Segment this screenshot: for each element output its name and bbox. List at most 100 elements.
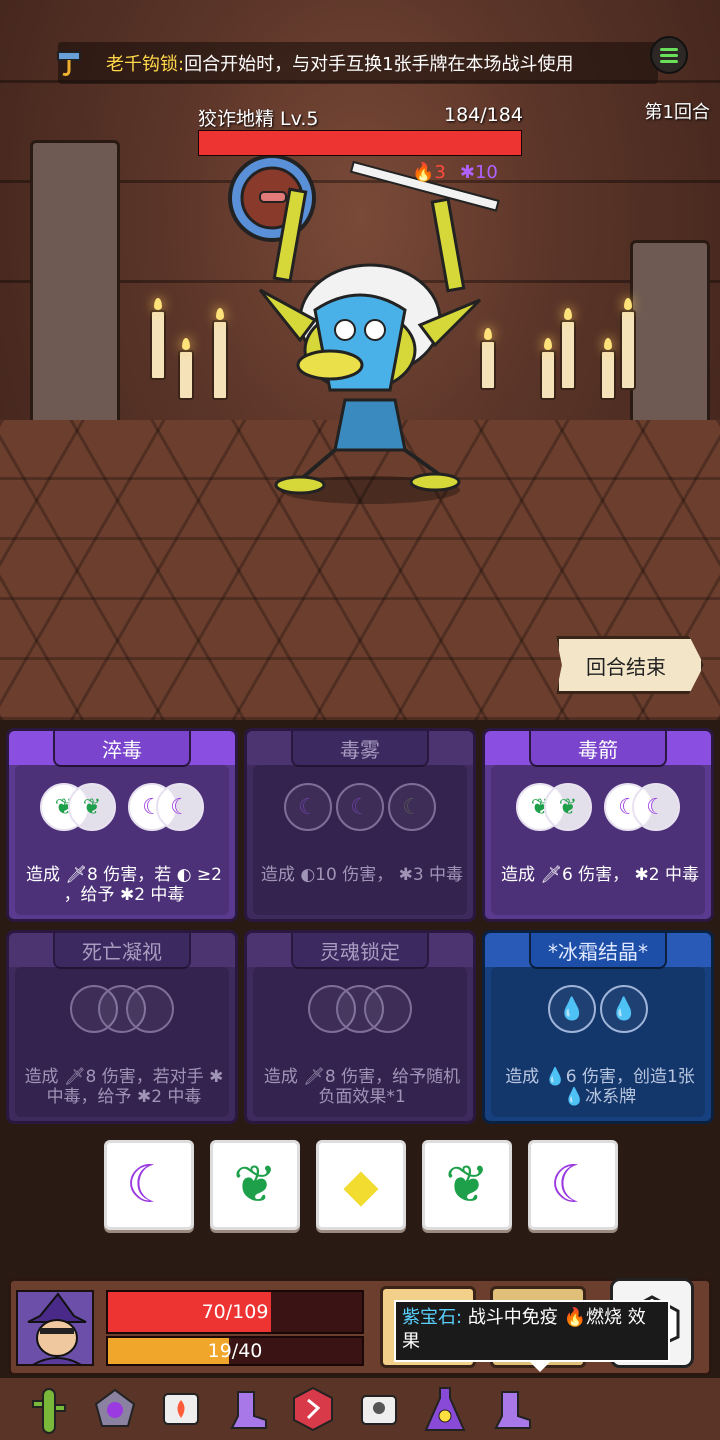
relic-bar (0, 1378, 720, 1440)
player-hp-bar: 70/109 (106, 1290, 364, 1334)
purple-boot-icon[interactable] (488, 1383, 534, 1435)
moon-slot-icon[interactable]: ☾ (336, 783, 384, 831)
card-description: 造成 🗡8 伤害，给予随机负面效果*1 (263, 1067, 461, 1107)
candle (620, 298, 636, 390)
card-description: 造成 🗡6 伤害， ✱2 中毒 (500, 865, 700, 885)
enemy-status-effects: 🔥3 ✱10 (412, 162, 498, 183)
player-mana-text: 19/40 (207, 1340, 263, 1362)
eye-flask-icon[interactable] (422, 1383, 468, 1435)
die-moon[interactable]: ☾ (104, 1140, 194, 1230)
player-mana-bar: 19/40 (106, 1336, 364, 1366)
candle (600, 338, 616, 400)
moon-stone-icon[interactable] (92, 1383, 138, 1435)
water-drop-slot-icon[interactable]: 💧 (548, 985, 596, 1033)
poison-count: 10 (474, 162, 498, 183)
slot-pair: ❦ ❦ (516, 783, 592, 831)
round-counter: 第1回合 (644, 102, 710, 123)
card-poison-coat[interactable]: 淬毒 ❦ ❦ ☾ ☾ 造成 🗡8 伤害，若 ◐ ≥2 ，给予 ✱2 中毒 (6, 728, 238, 922)
dice-slots: 💧 💧 (491, 985, 705, 1033)
slot-pair (308, 985, 412, 1033)
tooltip-relic-name: 紫宝石: (402, 1307, 463, 1328)
card-description: 造成 💧6 伤害，创造1张 💧冰系牌 (505, 1067, 695, 1107)
dice-slots (15, 985, 229, 1033)
leaf-icon: ❦ (233, 1155, 277, 1215)
slot-pair: ☾ ☾ (604, 783, 680, 831)
die-leaf[interactable]: ❦ (210, 1140, 300, 1230)
card-title: 死亡凝视 (53, 933, 191, 969)
moon-icon: ☾ (549, 1155, 597, 1215)
red-rune-icon[interactable] (290, 1383, 336, 1435)
dice-slots (253, 985, 467, 1033)
card-description: 造成 ◐10 伤害， ✱3 中毒 (260, 865, 464, 885)
slot-pair: ☾ ☾ (128, 783, 204, 831)
enemy-hp-fill (199, 131, 521, 155)
list-icon-line (660, 59, 678, 63)
cactus-icon[interactable] (26, 1383, 72, 1435)
slot-pair (70, 985, 174, 1033)
leaf-icon: ❦ (445, 1155, 489, 1215)
moon-slot-icon[interactable]: ☾ (156, 783, 204, 831)
card-title: 毒雾 (291, 731, 429, 767)
card-description: 造成 🗡8 伤害，若 ◐ ≥2 ，给予 ✱2 中毒 (26, 865, 222, 905)
dice-slots: ☾ ☾ ☾ (253, 783, 467, 831)
candle (560, 308, 576, 390)
tooltip-text: 战斗中免疫 (467, 1307, 558, 1328)
card-title: 灵魂锁定 (291, 933, 429, 969)
card-description: 造成 🗡8 伤害，若对手 ✱ 中毒，给予 ✱2 中毒 (24, 1067, 224, 1107)
relic-description: 回合开始时，与对手互换1张手牌在本场战斗使用 (184, 54, 574, 75)
purple-boot-icon[interactable] (224, 1383, 270, 1435)
relic-tooltip: 紫宝石: 战斗中免疫 🔥燃烧 效果 (394, 1300, 670, 1372)
moon-slot-icon[interactable]: ☾ (632, 783, 680, 831)
menu-list-button[interactable] (650, 36, 688, 74)
burn-status[interactable]: 🔥3 (412, 162, 446, 183)
eye-scroll-icon[interactable] (356, 1383, 402, 1435)
die-leaf[interactable]: ❦ (422, 1140, 512, 1230)
candle (178, 338, 194, 400)
moon-slot-icon[interactable]: ☾ (284, 783, 332, 831)
card-poison-fog[interactable]: 毒雾 ☾ ☾ ☾ 造成 ◐10 伤害， ✱3 中毒 (244, 728, 476, 922)
card-body: ❦ ❦ ☾ ☾ 造成 🗡6 伤害， ✱2 中毒 (491, 765, 705, 915)
card-frost-crystal[interactable]: *冰霜结晶* 💧 💧 造成 💧6 伤害，创造1张 💧冰系牌 (482, 930, 714, 1124)
goblin-enemy-sprite[interactable] (220, 150, 520, 510)
dice-slots: ❦ ❦ ☾ ☾ (491, 783, 705, 831)
water-drop-slot-icon[interactable]: 💧 (600, 985, 648, 1033)
card-body: 造成 🗡8 伤害，若对手 ✱ 中毒，给予 ✱2 中毒 (15, 967, 229, 1117)
moon-slot-icon[interactable]: ☾ (388, 783, 436, 831)
card-body: ❦ ❦ ☾ ☾ 造成 🗡8 伤害，若 ◐ ≥2 ，给予 ✱2 中毒 (15, 765, 229, 915)
card-body: 造成 🗡8 伤害，给予随机负面效果*1 (253, 967, 467, 1117)
card-death-gaze[interactable]: 死亡凝视 造成 🗡8 伤害，若对手 ✱ 中毒，给予 ✱2 中毒 (6, 930, 238, 1124)
tooltip-burn-word: 燃烧 (585, 1307, 622, 1328)
fire-icon: 🔥 (563, 1307, 586, 1328)
grappling-hook-icon (57, 51, 81, 76)
slot-pair: ❦ ❦ (40, 783, 116, 831)
list-icon-line (660, 53, 678, 57)
player-hp-text: 70/109 (201, 1301, 269, 1323)
dice-slots: ❦ ❦ ☾ ☾ (15, 783, 229, 831)
empty-slot-icon[interactable] (364, 985, 412, 1033)
fire-scroll-icon[interactable] (158, 1383, 204, 1435)
leaf-slot-icon[interactable]: ❦ (544, 783, 592, 831)
diamond-icon: ◆ (343, 1158, 379, 1212)
relic-name: 老千钩锁: (106, 54, 185, 75)
relic-info-bar: 老千钩锁: 回合开始时，与对手互换1张手牌在本场战斗使用 (57, 42, 658, 84)
burn-count: 3 (434, 162, 446, 183)
card-body: 💧 💧 造成 💧6 伤害，创造1张 💧冰系牌 (491, 967, 705, 1117)
poison-status[interactable]: ✱10 (460, 162, 498, 183)
card-soul-lock[interactable]: 灵魂锁定 造成 🗡8 伤害，给予随机负面效果*1 (244, 930, 476, 1124)
card-title: 毒箭 (529, 731, 667, 767)
candle (540, 338, 556, 400)
player-avatar[interactable] (16, 1290, 94, 1366)
poison-icon: ✱ (459, 162, 475, 183)
die-diamond[interactable]: ◆ (316, 1140, 406, 1230)
die-moon[interactable]: ☾ (528, 1140, 618, 1230)
card-title: *冰霜结晶* (529, 933, 667, 969)
empty-slot-icon[interactable] (126, 985, 174, 1033)
enemy-name: 狡诈地精 Lv.5 (198, 108, 319, 130)
card-body: ☾ ☾ ☾ 造成 ◐10 伤害， ✱3 中毒 (253, 765, 467, 915)
card-title: 淬毒 (53, 731, 191, 767)
leaf-slot-icon[interactable]: ❦ (68, 783, 116, 831)
candle (150, 298, 166, 380)
fire-icon: 🔥 (412, 162, 435, 183)
card-poison-arrow[interactable]: 毒箭 ❦ ❦ ☾ ☾ 造成 🗡6 伤害， ✱2 中毒 (482, 728, 714, 922)
end-turn-button[interactable]: 回合结束 (556, 636, 704, 694)
